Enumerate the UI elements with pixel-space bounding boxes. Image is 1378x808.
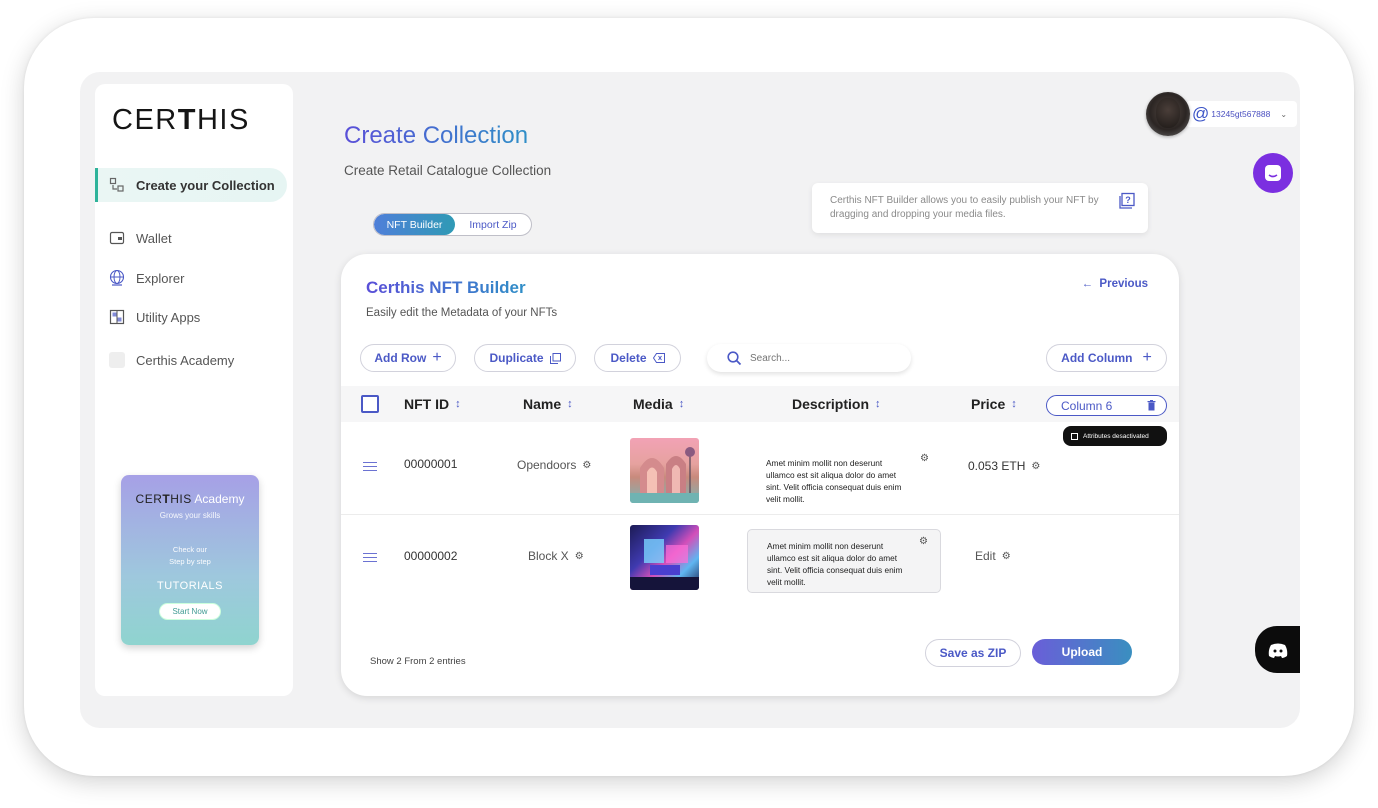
- search-icon: [727, 350, 742, 365]
- search-bar: [707, 344, 911, 372]
- column-header-nft-id[interactable]: NFT ID ↕: [404, 386, 461, 422]
- certhis-logo[interactable]: CERTHIS: [112, 104, 250, 137]
- sort-icon: ↕: [875, 398, 881, 410]
- sidebar-item-certhis-academy[interactable]: Certhis Academy: [95, 343, 287, 377]
- sort-icon: ↕: [1011, 398, 1017, 410]
- column-header-name[interactable]: Name ↕: [523, 386, 573, 422]
- academy-card-text: Check our Step by step: [169, 545, 211, 566]
- entries-count: Show 2 From 2 entries: [370, 656, 466, 667]
- sidebar-item-label: Create your Collection: [136, 177, 275, 193]
- description-cell-editing[interactable]: Amet minim mollit non deserunt ullamco e…: [747, 529, 941, 593]
- name-cell[interactable]: Opendoors ⚙: [517, 458, 591, 472]
- sort-icon: ↕: [678, 398, 685, 410]
- apps-icon: [108, 308, 126, 326]
- wallet-icon: [108, 229, 126, 247]
- sidebar-item-label: Explorer: [136, 270, 185, 286]
- avatar[interactable]: [1146, 92, 1190, 136]
- builder-hint: Certhis NFT Builder allows you to easily…: [812, 183, 1148, 233]
- select-all-checkbox[interactable]: [361, 395, 379, 413]
- builder-title: Certhis NFT Builder: [366, 278, 526, 297]
- table-row[interactable]: 00000002 Block X ⚙ Amet minim mollit non…: [341, 516, 1179, 604]
- user-profile[interactable]: @ 13245gt567888 ⌄: [1146, 92, 1298, 136]
- trash-icon[interactable]: [1147, 400, 1156, 411]
- search-input[interactable]: [750, 352, 890, 364]
- media-thumbnail[interactable]: [630, 438, 699, 503]
- collection-icon: [108, 176, 126, 194]
- globe-icon: [108, 269, 126, 287]
- gear-icon[interactable]: ⚙: [1002, 551, 1011, 562]
- builder-hint-text: Certhis NFT Builder allows you to easily…: [830, 195, 1099, 220]
- save-as-zip-button[interactable]: Save as ZIP: [925, 639, 1021, 667]
- arrow-left-icon: ←: [1081, 278, 1094, 290]
- gear-icon[interactable]: ⚙: [920, 453, 929, 465]
- page-subtitle: Create Retail Catalogue Collection: [344, 163, 552, 178]
- column-6-name-input[interactable]: Column 6: [1046, 395, 1167, 416]
- media-thumbnail[interactable]: [630, 525, 699, 590]
- discord-icon: [1268, 643, 1287, 658]
- column-header-description[interactable]: Description ↕: [792, 386, 881, 422]
- nft-id-cell: 00000002: [404, 549, 458, 563]
- user-id: 13245gt567888: [1211, 109, 1271, 119]
- academy-card-title: CERTHIS Academy: [135, 492, 245, 506]
- table-row[interactable]: 00000001 Opendoors ⚙ Amet minim mollit n…: [341, 422, 1179, 515]
- duplicate-button[interactable]: Duplicate: [474, 344, 576, 372]
- at-icon: @: [1192, 104, 1210, 123]
- page-title: Create Collection: [344, 122, 529, 149]
- sidebar-item-explorer[interactable]: Explorer: [95, 261, 287, 295]
- academy-promo-card: CERTHIS Academy Grows your skills Check …: [121, 475, 259, 645]
- plus-icon: +: [432, 349, 442, 366]
- add-row-button[interactable]: Add Row +: [360, 344, 456, 372]
- tab-import-zip[interactable]: Import Zip: [455, 214, 531, 235]
- academy-card-tagline: Grows your skills: [159, 511, 221, 520]
- gear-icon[interactable]: ⚙: [1031, 461, 1040, 472]
- builder-mode-toggle: NFT Builder Import Zip: [373, 213, 532, 236]
- sidebar-item-create-collection[interactable]: Create your Collection: [95, 168, 287, 202]
- delete-button[interactable]: Delete: [594, 344, 681, 372]
- previous-link[interactable]: ← Previous: [1082, 278, 1148, 290]
- price-cell[interactable]: 0.053 ETH ⚙: [968, 459, 1040, 473]
- sort-icon: ↕: [567, 398, 573, 410]
- gear-icon[interactable]: ⚙: [919, 536, 928, 548]
- table-header: NFT ID ↕ Name ↕ Media ↕ Description ↕ Price ↕…: [341, 386, 1179, 422]
- upload-button[interactable]: Upload: [1032, 639, 1132, 665]
- user-id-pill[interactable]: @ 13245gt567888 ⌄: [1186, 101, 1298, 127]
- sidebar-item-label: Certhis Academy: [136, 352, 235, 368]
- add-column-button[interactable]: Add Column +: [1046, 344, 1167, 372]
- sidebar-item-label: Wallet: [136, 230, 172, 246]
- plus-icon: +: [1142, 349, 1152, 366]
- academy-icon: [108, 351, 126, 369]
- tab-nft-builder[interactable]: NFT Builder: [374, 214, 455, 235]
- sidebar-item-label: Utility Apps: [136, 309, 201, 325]
- svg-text:?: ?: [1125, 195, 1131, 205]
- gear-icon[interactable]: ⚙: [582, 460, 591, 471]
- description-cell[interactable]: Amet minim mollit non deserunt ullamco e…: [747, 447, 941, 511]
- name-cell[interactable]: Block X ⚙: [528, 549, 584, 563]
- academy-card-heading: TUTORIALS: [156, 580, 224, 592]
- builder-subtitle: Easily edit the Metadata of your NFTs: [366, 307, 558, 319]
- drag-handle-icon[interactable]: [363, 459, 377, 474]
- backspace-icon: [652, 353, 665, 363]
- chevron-down-icon: ⌄: [1280, 109, 1288, 119]
- start-now-button[interactable]: Start Now: [159, 603, 221, 620]
- discord-button[interactable]: [1255, 626, 1300, 673]
- price-edit-cell[interactable]: Edit ⚙: [975, 549, 1011, 563]
- sidebar: CERTHIS Create your Collection Wallet Ex…: [95, 84, 293, 696]
- chat-button[interactable]: [1253, 153, 1293, 193]
- sidebar-item-wallet[interactable]: Wallet: [95, 221, 287, 255]
- duplicate-icon: [549, 352, 561, 364]
- gear-icon[interactable]: ⚙: [575, 551, 584, 562]
- column-header-media[interactable]: Media ↕: [633, 386, 684, 422]
- sort-icon: ↕: [455, 398, 461, 410]
- sidebar-item-utility-apps[interactable]: Utility Apps: [95, 300, 287, 334]
- column-header-price[interactable]: Price ↕: [971, 386, 1017, 422]
- chat-icon: [1265, 165, 1281, 181]
- help-icon[interactable]: ?: [1118, 192, 1136, 215]
- drag-handle-icon[interactable]: [363, 550, 377, 565]
- nft-id-cell: 00000001: [404, 457, 458, 471]
- nft-builder-card: Certhis NFT Builder Easily edit the Meta…: [341, 254, 1179, 696]
